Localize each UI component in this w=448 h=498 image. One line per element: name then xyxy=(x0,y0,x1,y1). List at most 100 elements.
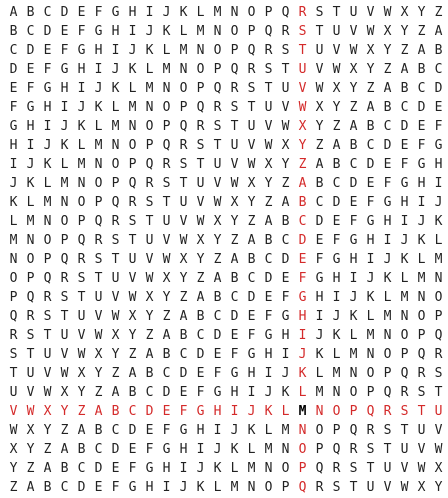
grid-cell: D xyxy=(349,176,358,191)
highlighted-cell: N xyxy=(298,423,307,438)
grid-cell: Y xyxy=(400,24,409,39)
highlighted-cell: E xyxy=(162,404,171,419)
grid-cell: X xyxy=(145,290,154,305)
grid-cell: G xyxy=(400,176,409,191)
grid-cell: P xyxy=(264,5,273,20)
grid-cell: U xyxy=(332,24,341,39)
grid-cell: K xyxy=(349,309,358,324)
grid-cell: Y xyxy=(332,100,341,115)
grid-cell: B xyxy=(315,176,324,191)
grid-cell: Z xyxy=(383,62,392,77)
grid-cell: P xyxy=(162,119,171,134)
grid-cell: Y xyxy=(43,423,52,438)
grid-cell: E xyxy=(60,24,69,39)
grid-cell: K xyxy=(383,271,392,286)
grid-cell: B xyxy=(417,62,426,77)
grid-cell: E xyxy=(332,214,341,229)
grid-cell: I xyxy=(179,461,188,476)
grid-cell: O xyxy=(179,81,188,96)
grid-cell: O xyxy=(43,233,52,248)
grid-cell: S xyxy=(366,442,375,457)
grid-cell: P xyxy=(179,100,188,115)
grid-cell: W xyxy=(111,309,120,324)
grid-cell: R xyxy=(145,176,154,191)
grid-cell: K xyxy=(230,442,239,457)
grid-cell: Z xyxy=(111,366,120,381)
grid-cell: Q xyxy=(9,309,18,324)
grid-cell: F xyxy=(315,252,324,267)
grid-cell: P xyxy=(77,214,86,229)
grid-cell: P xyxy=(417,328,426,343)
grid-cell: O xyxy=(264,480,273,495)
highlighted-cell: K xyxy=(298,366,307,381)
grid-cell: M xyxy=(230,480,239,495)
highlighted-cell: X xyxy=(298,119,307,134)
grid-cell: R xyxy=(26,309,35,324)
grid-cell: F xyxy=(60,43,69,58)
grid-cell: Y xyxy=(247,195,256,210)
grid-cell: J xyxy=(366,271,375,286)
grid-cell: J xyxy=(179,480,188,495)
grid-cell: Q xyxy=(315,461,324,476)
grid-cell: N xyxy=(179,62,188,77)
grid-cell: E xyxy=(213,347,222,362)
grid-cell: Y xyxy=(417,5,426,20)
grid-cell: T xyxy=(230,119,239,134)
grid-cell: B xyxy=(264,233,273,248)
grid-cell: W xyxy=(264,138,273,153)
grid-cell: A xyxy=(145,347,154,362)
grid-cell: V xyxy=(281,100,290,115)
grid-cell: V xyxy=(213,176,222,191)
highlighted-cell: G xyxy=(196,404,205,419)
grid-cell: N xyxy=(247,480,256,495)
grid-cell: E xyxy=(417,119,426,134)
grid-cell: F xyxy=(332,233,341,248)
grid-cell: E xyxy=(400,138,409,153)
grid-cell: Q xyxy=(196,100,205,115)
grid-cell: Q xyxy=(43,271,52,286)
grid-cell: J xyxy=(77,100,86,115)
grid-cell: P xyxy=(383,366,392,381)
grid-cell: H xyxy=(315,290,324,305)
highlighted-cell: D xyxy=(298,233,307,248)
grid-cell: Y xyxy=(366,62,375,77)
grid-cell: U xyxy=(230,138,239,153)
grid-cell: Q xyxy=(26,290,35,305)
grid-cell: W xyxy=(434,442,443,457)
grid-cell: E xyxy=(230,328,239,343)
grid-cell: R xyxy=(162,157,171,172)
grid-cell: I xyxy=(264,366,273,381)
grid-cell: E xyxy=(77,5,86,20)
grid-cell: K xyxy=(111,81,120,96)
grid-cell: K xyxy=(179,5,188,20)
grid-cell: X xyxy=(383,24,392,39)
grid-cell: G xyxy=(417,157,426,172)
grid-cell: X xyxy=(60,385,69,400)
grid-cell: W xyxy=(43,385,52,400)
grid-cell: S xyxy=(128,214,137,229)
grid-cell: O xyxy=(213,43,222,58)
grid-cell: J xyxy=(43,138,52,153)
grid-cell: V xyxy=(111,290,120,305)
grid-cell: N xyxy=(196,43,205,58)
grid-cell: H xyxy=(400,195,409,210)
highlighted-cell: H xyxy=(298,309,307,324)
grid-cell: E xyxy=(247,309,256,324)
grid-cell: G xyxy=(332,252,341,267)
grid-cell: W xyxy=(60,366,69,381)
grid-cell: J xyxy=(332,309,341,324)
grid-cell: E xyxy=(179,385,188,400)
grid-cell: F xyxy=(77,24,86,39)
grid-cell: D xyxy=(383,138,392,153)
grid-cell: A xyxy=(128,366,137,381)
highlighted-cell: U xyxy=(298,62,307,77)
grid-cell: S xyxy=(383,423,392,438)
grid-cell: B xyxy=(400,81,409,96)
grid-cell: H xyxy=(43,100,52,115)
grid-cell: E xyxy=(145,423,154,438)
grid-cell: X xyxy=(162,271,171,286)
grid-cell: H xyxy=(264,347,273,362)
grid-cell: U xyxy=(111,271,120,286)
grid-cell: Z xyxy=(366,81,375,96)
grid-cell: O xyxy=(383,347,392,362)
